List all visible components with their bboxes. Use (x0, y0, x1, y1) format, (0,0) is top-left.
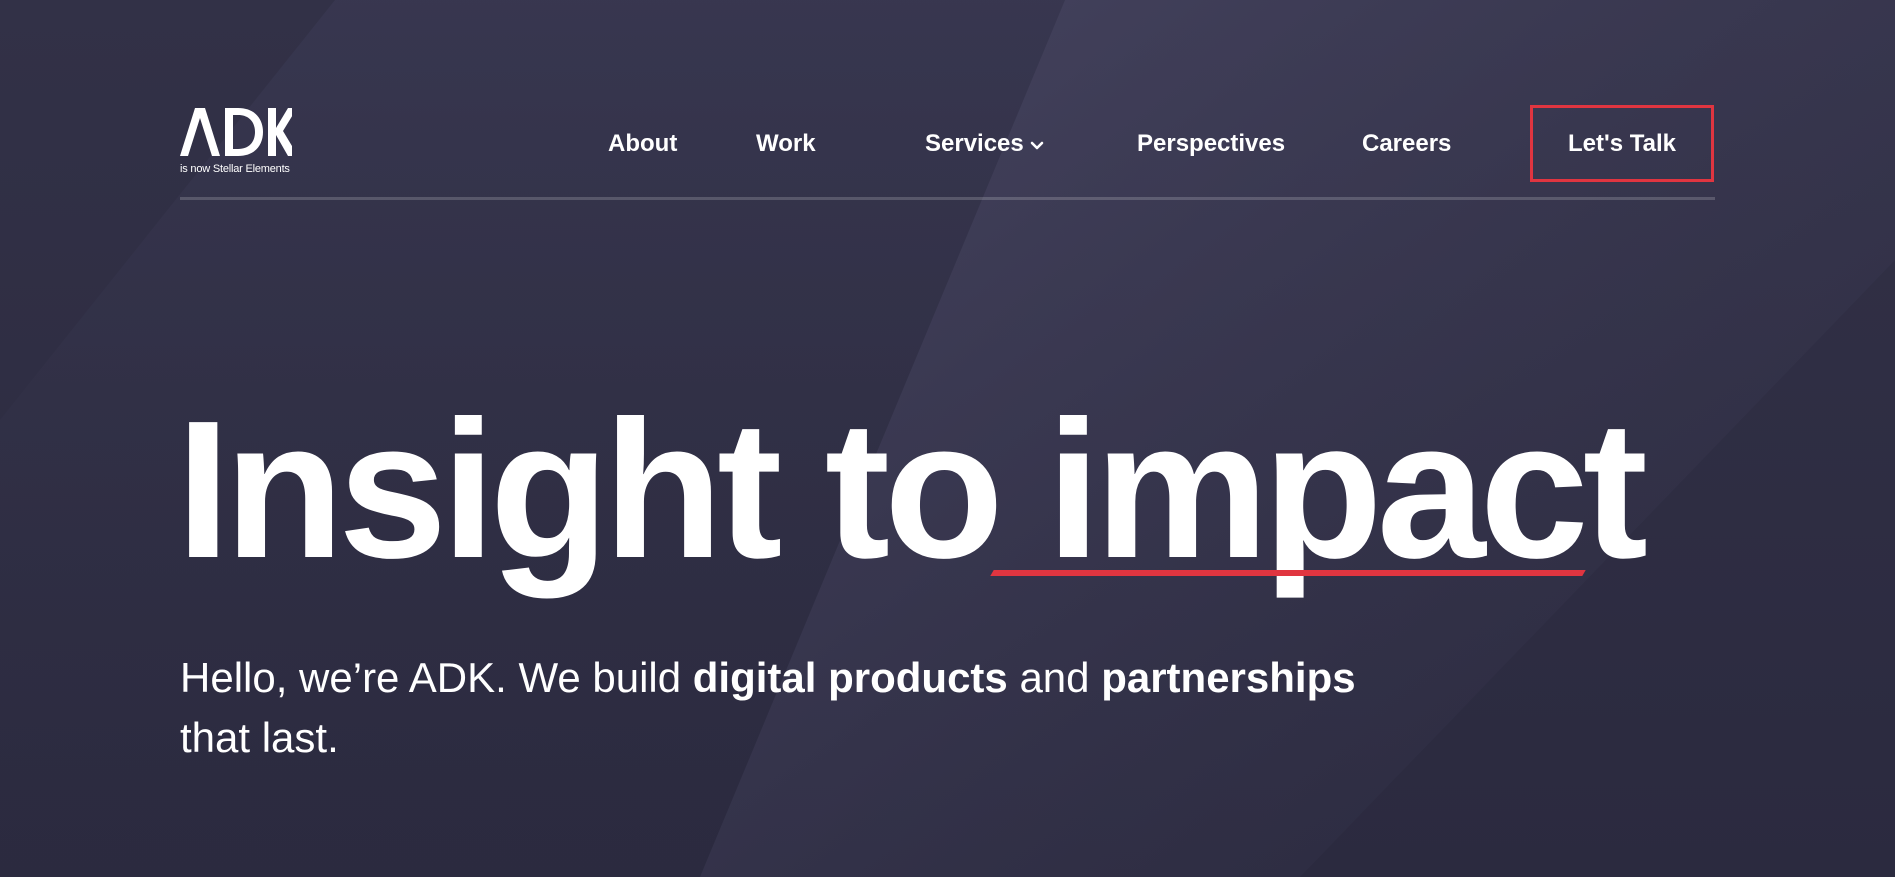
hero-headline: Insight to impact (176, 380, 1648, 599)
logo-tagline: is now Stellar Elements (180, 163, 290, 175)
intro-text-1: Hello, we’re ADK. We build (180, 654, 693, 701)
nav-perspectives-link[interactable]: Perspectives (1137, 128, 1285, 160)
intro-text-3: that last. (180, 714, 339, 761)
lets-talk-button[interactable]: Let's Talk (1530, 105, 1714, 182)
header-divider (180, 197, 1715, 200)
headline-text: Insight to (176, 380, 1047, 599)
nav-services-label: Services (925, 130, 1024, 157)
nav-about-link[interactable]: About (608, 128, 677, 160)
chevron-down-icon (1030, 141, 1044, 149)
intro-emphasis-digital-products: digital products (692, 654, 1008, 701)
adk-wordmark (180, 108, 292, 156)
headline-underline-accent (990, 570, 1586, 576)
headline-emphasis: impact (1046, 380, 1648, 599)
nav-work-link[interactable]: Work (756, 128, 816, 160)
intro-emphasis-partnerships: partnerships (1101, 654, 1356, 701)
nav-services-menu[interactable]: Services (925, 128, 1044, 160)
hero-intro-text: Hello, we’re ADK. We build digital produ… (180, 648, 1440, 768)
intro-text-2: and (1007, 654, 1102, 701)
nav-careers-link[interactable]: Careers (1362, 128, 1451, 160)
brand-logo[interactable]: is now Stellar Elements (180, 106, 292, 176)
